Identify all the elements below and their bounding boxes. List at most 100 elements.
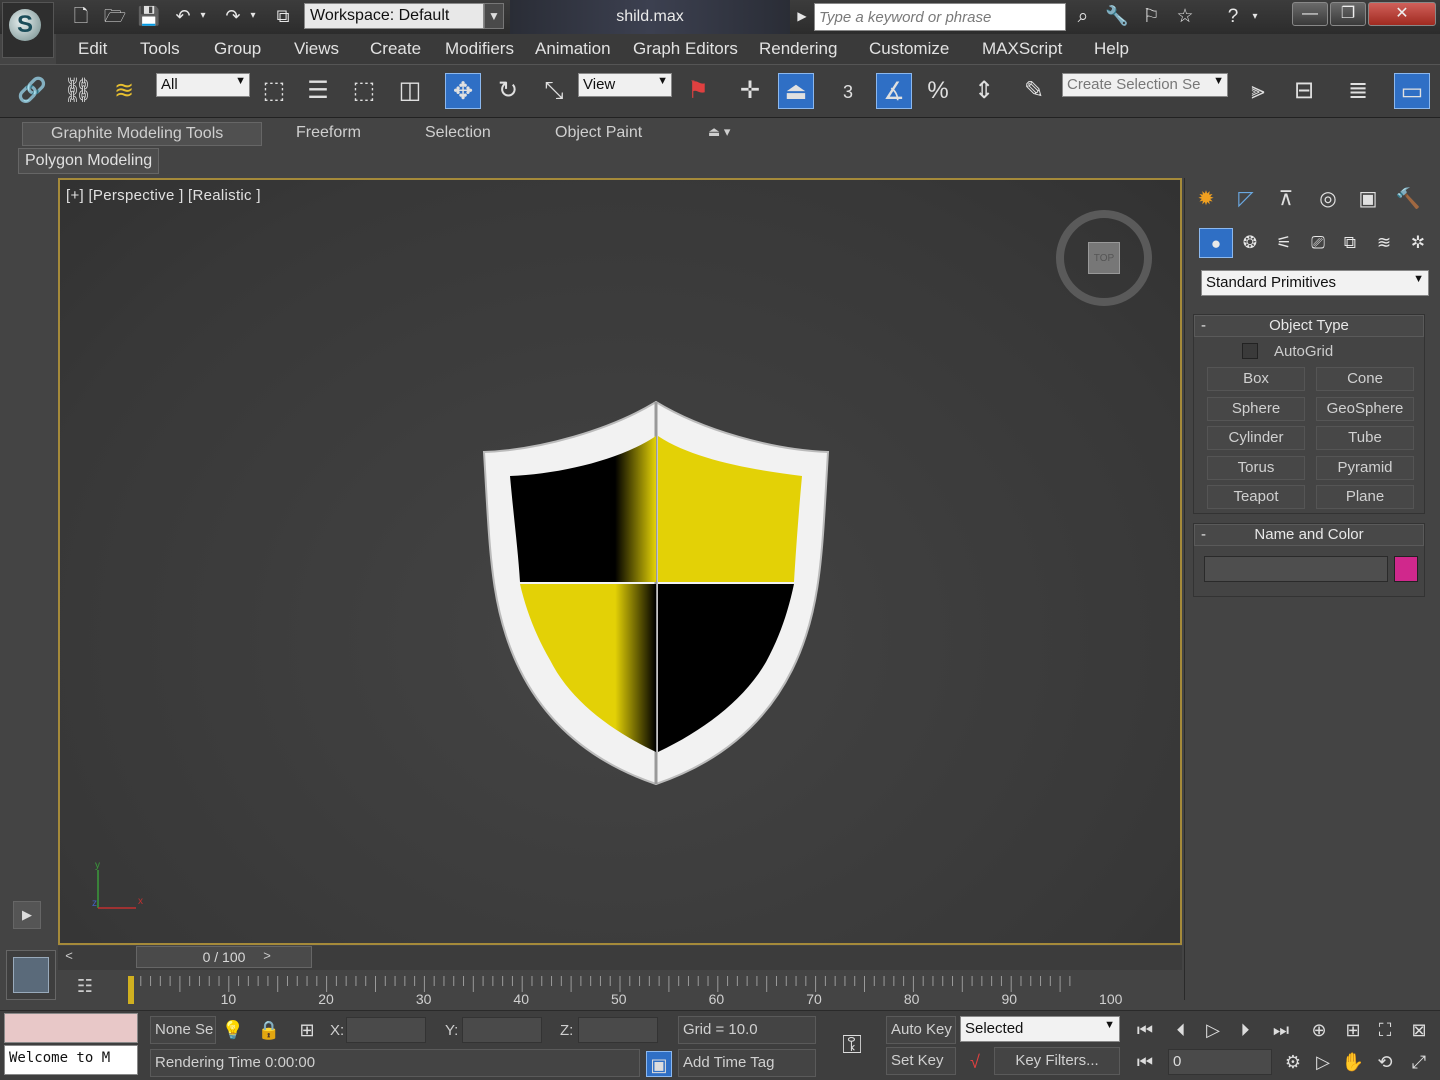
redo-dropdown-icon[interactable]: ▾ <box>246 4 260 28</box>
pyramid-button[interactable]: Pyramid <box>1316 456 1414 480</box>
search-input[interactable]: Type a keyword or phrase <box>814 3 1066 31</box>
graphite-modeling-tools-icon[interactable]: ▭ <box>1394 73 1430 109</box>
tab-freeform[interactable]: Freeform <box>296 122 361 146</box>
play-icon[interactable]: ▷ <box>1200 1017 1226 1043</box>
field-of-view-icon[interactable]: ▷ <box>1310 1049 1336 1075</box>
current-frame-field[interactable]: 0 <box>1168 1049 1272 1075</box>
autogrid-checkbox[interactable] <box>1242 343 1258 359</box>
set-key-button[interactable]: Set Key <box>886 1047 956 1075</box>
menu-customize[interactable]: Customize <box>869 39 949 59</box>
communication-center-icon[interactable]: ⚐ <box>1138 4 1164 30</box>
select-object-icon[interactable]: ⬚ <box>256 73 292 109</box>
object-name-field[interactable] <box>1204 556 1388 582</box>
maxscript-listener-output[interactable]: Welcome to M <box>4 1045 138 1075</box>
display-panel-icon[interactable]: ▣ <box>1351 182 1385 216</box>
menu-create[interactable]: Create <box>370 39 421 59</box>
key-mode-dropdown[interactable]: Selected ▼ <box>960 1016 1120 1042</box>
expand-arrow-icon[interactable]: ▶ <box>794 4 810 28</box>
tab-object-paint[interactable]: Object Paint <box>555 122 642 146</box>
redo-icon[interactable]: ↷ <box>220 4 246 28</box>
cylinder-button[interactable]: Cylinder <box>1207 426 1305 450</box>
tab-graphite-modeling-tools[interactable]: Graphite Modeling Tools <box>22 122 262 146</box>
favorites-star-icon[interactable]: ☆ <box>1172 4 1198 30</box>
zoom-extents-all-icon[interactable]: ⊠ <box>1406 1017 1432 1043</box>
go-to-end-icon[interactable]: ⏭ <box>1268 1017 1294 1043</box>
subscription-center-icon[interactable]: 🔧 <box>1104 4 1130 30</box>
select-by-name-icon[interactable]: ☰ <box>300 73 336 109</box>
workspace-dropdown[interactable]: Workspace: Default <box>304 3 484 29</box>
help-icon[interactable]: ? <box>1220 4 1246 30</box>
shapes-category-icon[interactable]: ❂ <box>1233 228 1267 258</box>
torus-button[interactable]: Torus <box>1207 456 1305 480</box>
shield-model[interactable] <box>480 400 840 800</box>
menu-animation[interactable]: Animation <box>535 39 611 59</box>
time-slider[interactable]: 0 / 100 <box>136 946 312 968</box>
new-file-icon[interactable]: 🗋 <box>68 4 94 28</box>
angle-snap-icon[interactable]: ∡ <box>876 73 912 109</box>
manipulate-icon[interactable]: ✛ <box>732 73 768 109</box>
time-prev-arrow-icon[interactable]: < <box>60 948 78 968</box>
space-warps-category-icon[interactable]: ≋ <box>1367 228 1401 258</box>
help-dropdown-icon[interactable]: ▾ <box>1248 4 1262 30</box>
keyboard-shortcut-override-icon[interactable]: ⏏ <box>778 73 814 109</box>
isolate-selection-icon[interactable]: 💡 <box>220 1017 246 1043</box>
unlink-selection-icon[interactable]: ⛓ <box>60 73 96 109</box>
select-and-link-icon[interactable]: 🔗 <box>14 73 50 109</box>
utilities-panel-icon[interactable]: 🔨 <box>1391 182 1425 216</box>
create-panel-icon[interactable]: ✹ <box>1189 182 1223 216</box>
previous-frame-icon[interactable]: ⏴ <box>1168 1017 1194 1043</box>
absolute-mode-icon[interactable]: ⊞ <box>294 1017 320 1043</box>
snaps-toggle-icon[interactable]: 3 <box>830 73 866 109</box>
minimize-button[interactable]: — <box>1292 2 1328 26</box>
go-to-start-icon[interactable]: ⏮ <box>1132 1017 1158 1043</box>
viewcube-top-face[interactable]: TOP <box>1088 242 1120 274</box>
open-file-icon[interactable]: 🗁 <box>102 4 128 28</box>
menu-tools[interactable]: Tools <box>140 39 180 59</box>
menu-maxscript[interactable]: MAXScript <box>982 39 1062 59</box>
reference-coordinate-dropdown[interactable]: View ▼ <box>578 73 672 97</box>
viewport-perspective[interactable]: [+] [Perspective ] [Realistic ] TOP y x … <box>58 178 1182 945</box>
rectangular-selection-icon[interactable]: ⬚ <box>346 73 382 109</box>
sphere-button[interactable]: Sphere <box>1207 397 1305 421</box>
cameras-category-icon[interactable]: ⎚ <box>1301 228 1335 258</box>
menu-rendering[interactable]: Rendering <box>759 39 837 59</box>
viewport-label[interactable]: [+] [Perspective ] [Realistic ] <box>66 187 261 204</box>
binoculars-icon[interactable]: ⌕ <box>1070 4 1096 30</box>
maximize-button[interactable]: ❐ <box>1330 2 1366 26</box>
set-keys-key-icon[interactable]: ⚿ <box>832 1031 872 1057</box>
systems-category-icon[interactable]: ✲ <box>1401 228 1435 258</box>
cone-button[interactable]: Cone <box>1316 367 1414 391</box>
select-and-rotate-icon[interactable]: ↻ <box>490 73 526 109</box>
helpers-category-icon[interactable]: ⧉ <box>1333 228 1367 258</box>
menu-help[interactable]: Help <box>1094 39 1129 59</box>
application-button[interactable]: S <box>2 2 54 58</box>
geosphere-button[interactable]: GeoSphere <box>1316 397 1414 421</box>
select-and-move-icon[interactable]: ✥ <box>445 73 481 109</box>
add-time-tag[interactable]: Add Time Tag <box>678 1049 816 1077</box>
rollout-name-and-color-header[interactable]: - Name and Color <box>1194 524 1424 546</box>
hierarchy-panel-icon[interactable]: ⊼ <box>1269 182 1303 216</box>
save-icon[interactable]: 💾 <box>136 4 162 28</box>
selection-filter-dropdown[interactable]: All ▼ <box>156 73 250 97</box>
zoom-extents-icon[interactable]: ⛶ <box>1372 1017 1398 1043</box>
default-in-out-tangents-icon[interactable]: √ <box>962 1049 988 1075</box>
percent-snap-icon[interactable]: % <box>920 73 956 109</box>
pivot-center-icon[interactable]: ⚑ <box>680 73 716 109</box>
menu-group[interactable]: Group <box>214 39 261 59</box>
bind-to-space-warp-icon[interactable]: ≋ <box>106 73 142 109</box>
edit-named-selection-icon[interactable]: ✎ <box>1016 73 1052 109</box>
menu-views[interactable]: Views <box>294 39 339 59</box>
undo-dropdown-icon[interactable]: ▾ <box>196 4 210 28</box>
plane-button[interactable]: Plane <box>1316 485 1414 509</box>
add-time-tag-icon[interactable]: ▣ <box>646 1051 672 1077</box>
spinner-snap-icon[interactable]: ⇕ <box>966 73 1002 109</box>
orbit-icon[interactable]: ⟲ <box>1372 1049 1398 1075</box>
track-bar[interactable]: ☷ 10 20 30 40 50 60 70 80 90 100 <box>58 970 1128 1010</box>
project-folder-icon[interactable]: ⧉ <box>270 4 296 28</box>
panel-polygon-modeling[interactable]: Polygon Modeling <box>18 148 160 174</box>
timeline-ruler[interactable]: 10 20 30 40 50 60 70 80 90 100 <box>128 970 1128 1010</box>
zoom-all-icon[interactable]: ⊞ <box>1340 1017 1366 1043</box>
close-button[interactable]: ✕ <box>1368 2 1436 26</box>
y-coordinate-field[interactable] <box>462 1017 542 1043</box>
undo-icon[interactable]: ↶ <box>170 4 196 28</box>
